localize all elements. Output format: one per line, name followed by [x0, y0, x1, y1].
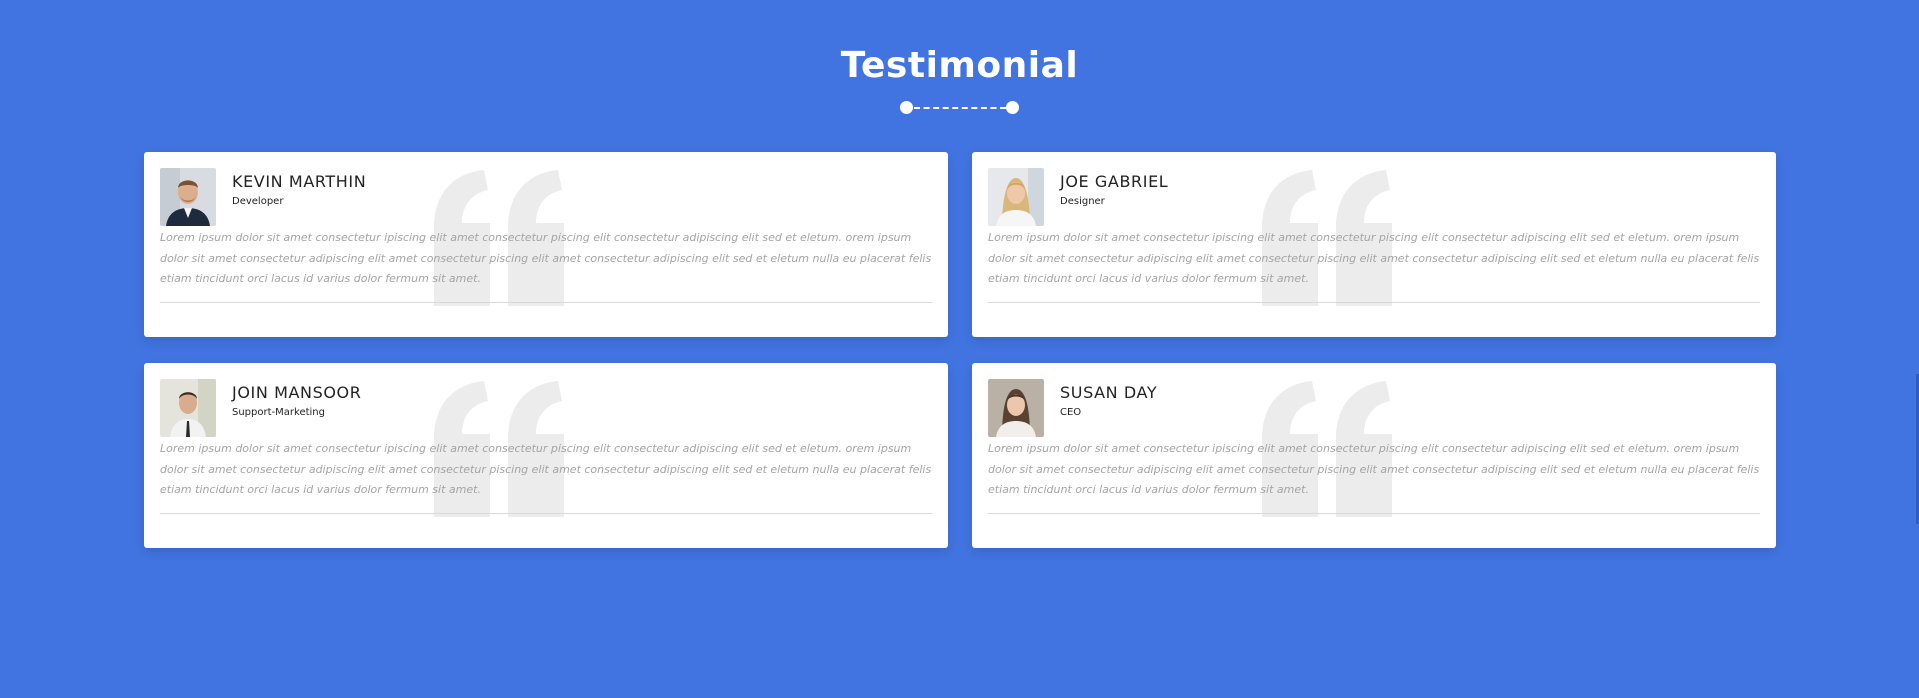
- divider-dashed-line: [914, 107, 1006, 109]
- avatar-photo: [988, 168, 1044, 226]
- testimonial-name: JOIN MANSOOR: [232, 383, 362, 402]
- testimonial-text: Lorem ipsum dolor sit amet consectetur i…: [988, 231, 1760, 285]
- divider-dot-left: [900, 101, 913, 114]
- card-divider: [160, 302, 932, 303]
- testimonial-card: JOIN MANSOOR Support-Marketing Lorem ips…: [144, 363, 948, 548]
- testimonial-role: Support-Marketing: [232, 407, 325, 418]
- avatar-photo: [160, 379, 216, 437]
- testimonial-text: Lorem ipsum dolor sit amet consectetur i…: [160, 442, 932, 496]
- testimonial-name: JOE GABRIEL: [1060, 172, 1169, 191]
- divider-dot-right: [1006, 101, 1019, 114]
- avatar-photo: [160, 168, 216, 226]
- card-divider: [160, 513, 932, 514]
- card-divider: [988, 302, 1760, 303]
- testimonial-text: Lorem ipsum dolor sit amet consectetur i…: [988, 442, 1760, 496]
- testimonial-card: SUSAN DAY CEO Lorem ipsum dolor sit amet…: [972, 363, 1776, 548]
- testimonial-role: CEO: [1060, 407, 1082, 418]
- testimonial-text: Lorem ipsum dolor sit amet consectetur i…: [160, 231, 932, 285]
- card-divider: [988, 513, 1760, 514]
- testimonial-role: Developer: [232, 196, 284, 207]
- testimonial-name: SUSAN DAY: [1060, 383, 1158, 402]
- testimonial-card: KEVIN MARTHIN Developer Lorem ipsum dolo…: [144, 152, 948, 337]
- section-title: Testimonial: [840, 45, 1079, 86]
- testimonial-card: JOE GABRIEL Designer Lorem ipsum dolor s…: [972, 152, 1776, 337]
- testimonial-role: Designer: [1060, 196, 1105, 207]
- testimonial-name: KEVIN MARTHIN: [232, 172, 367, 191]
- avatar-photo: [988, 379, 1044, 437]
